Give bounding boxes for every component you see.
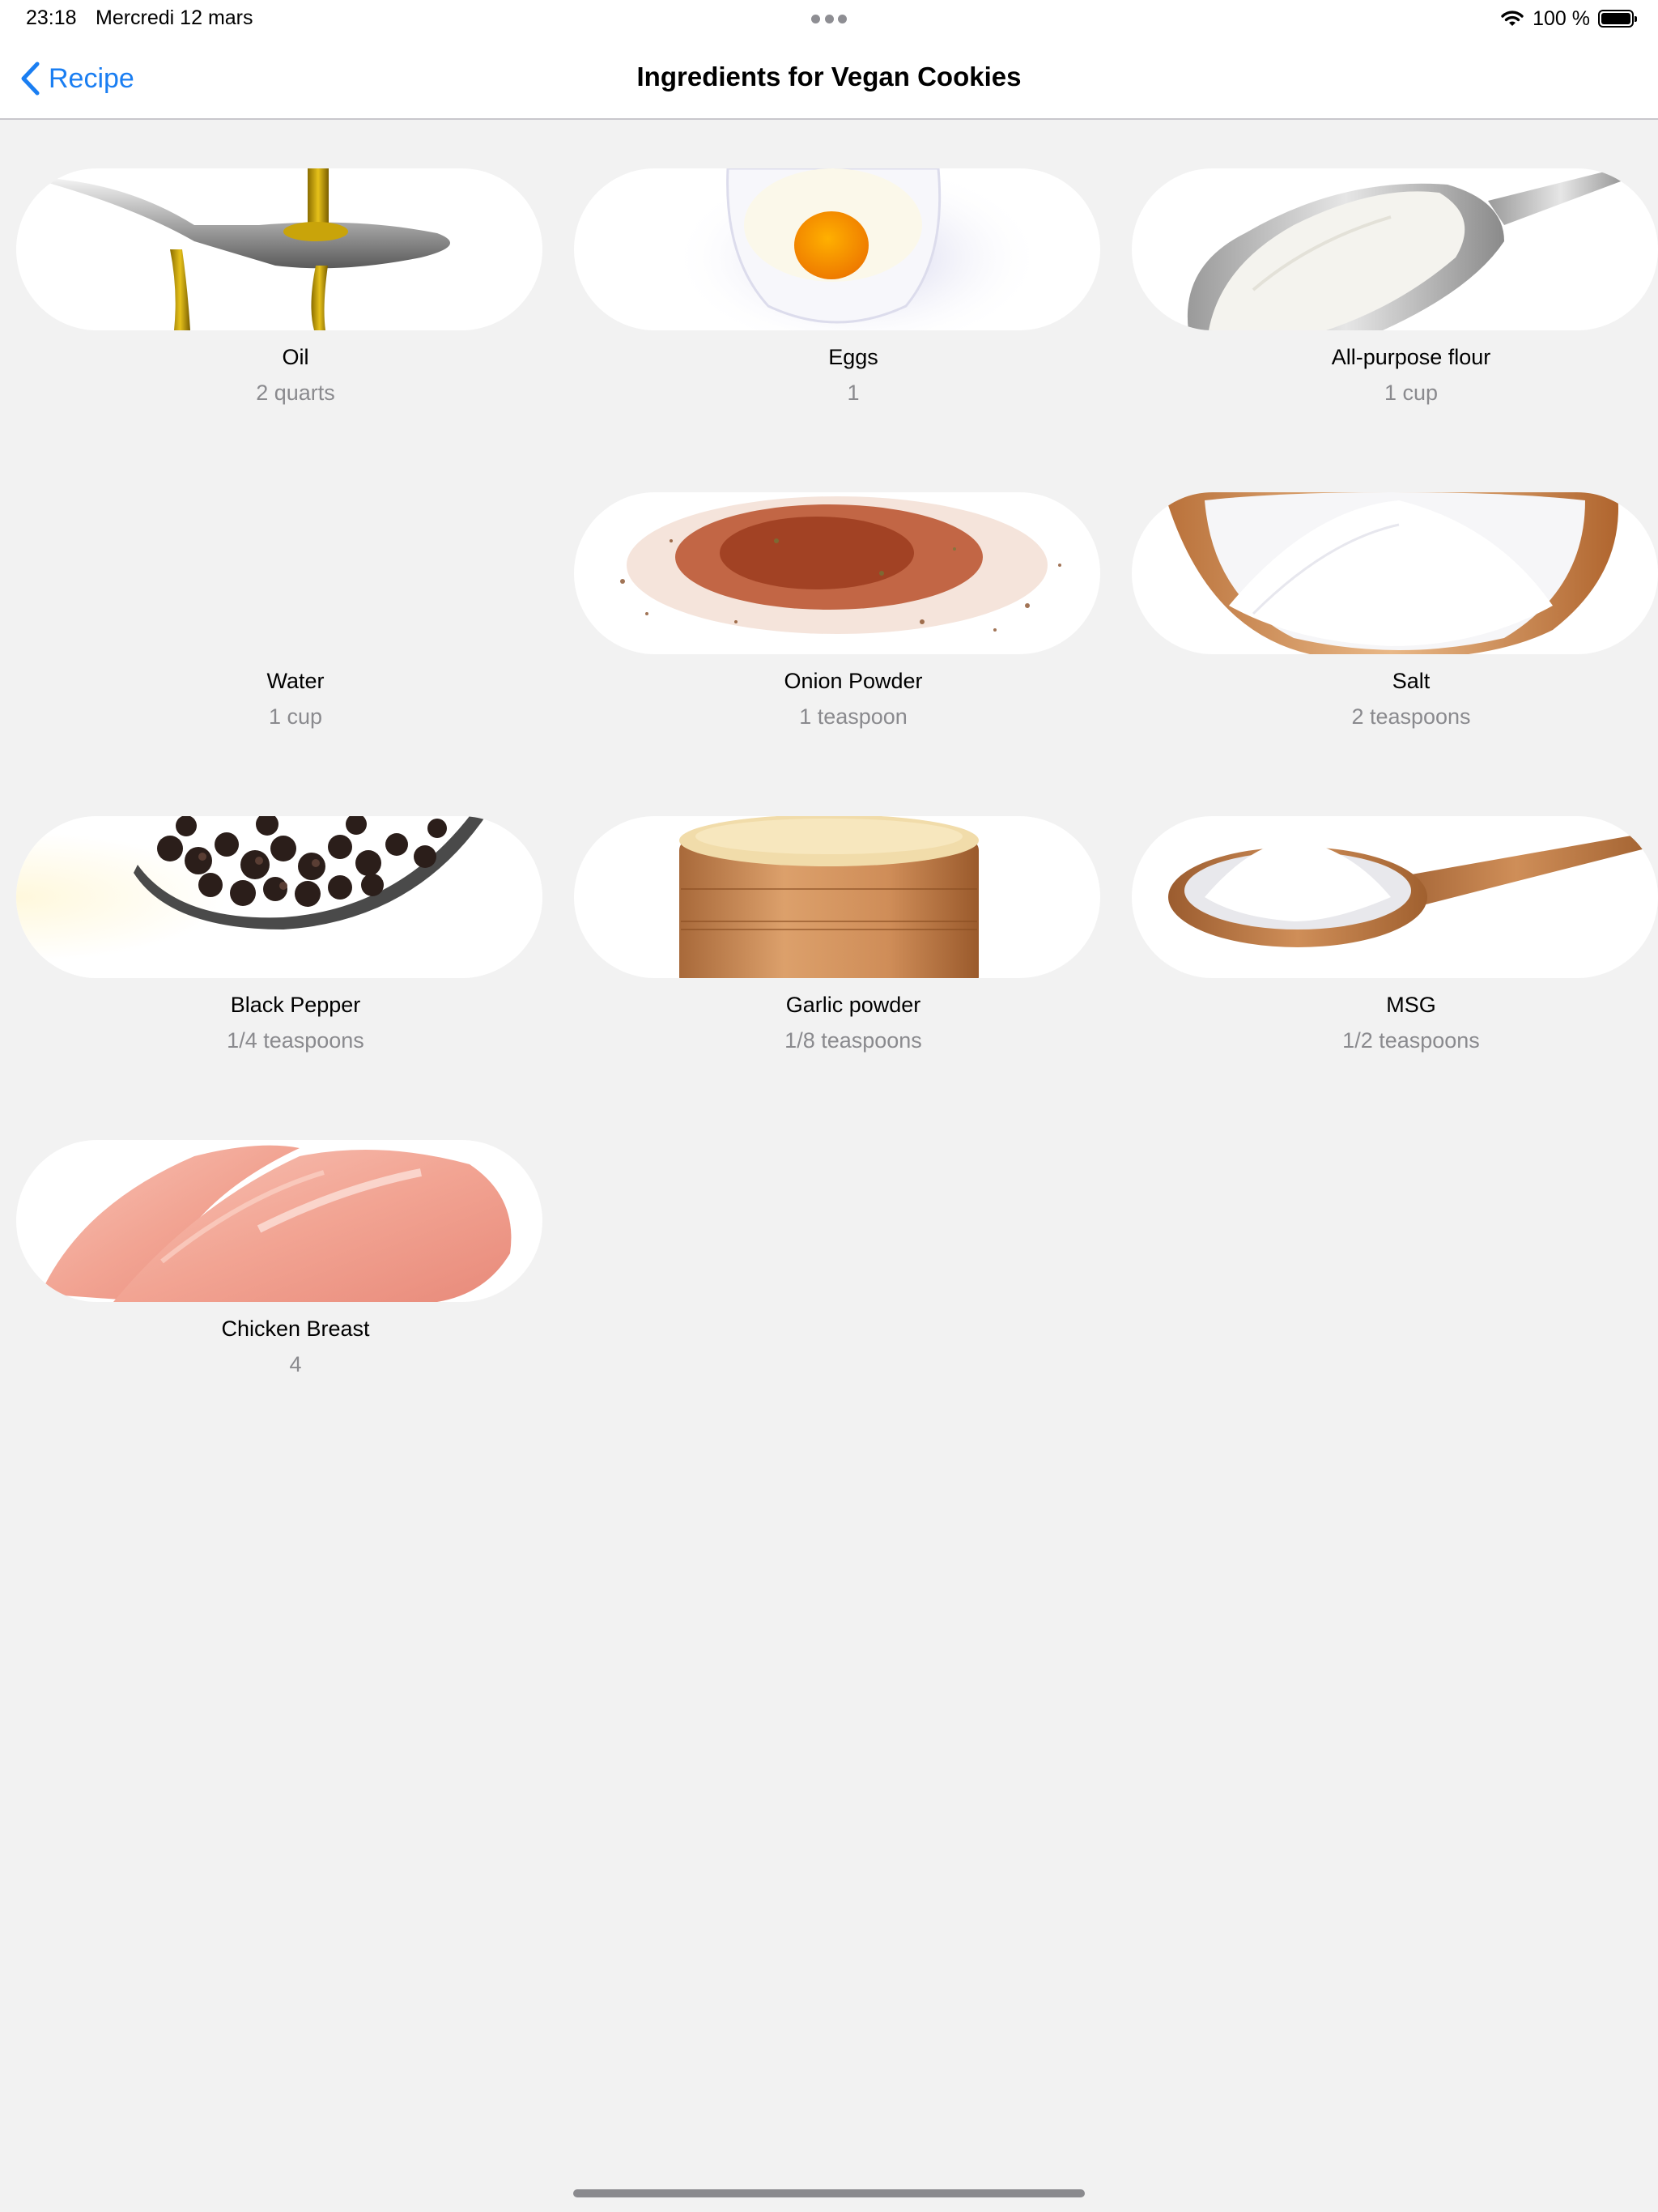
- status-indicators: 100 %: [1500, 5, 1637, 32]
- ingredient-name: Oil: [282, 345, 309, 369]
- ingredient-name: Garlic powder: [785, 993, 921, 1017]
- wifi-icon: [1500, 9, 1524, 28]
- ingredient-name: Eggs: [828, 345, 878, 369]
- ingredient-quantity: 1/4 teaspoons: [227, 1028, 364, 1053]
- ingredient-card[interactable]: Black Pepper 1/4 teaspoons: [16, 768, 575, 1053]
- ingredient-image-eggs: [574, 168, 1100, 330]
- ingredient-quantity: 1 cup: [1384, 381, 1439, 405]
- status-time: 23:18: [26, 6, 77, 29]
- ingredient-name: All-purpose flour: [1331, 345, 1491, 369]
- ingredient-image-oil: [16, 168, 542, 330]
- ingredient-image-water: [16, 492, 542, 654]
- ingredient-quantity: 1: [847, 381, 860, 405]
- ingredient-image-onion-powder: [574, 492, 1100, 654]
- ingredient-name: Water: [266, 669, 325, 693]
- ingredient-card[interactable]: Chicken Breast 4: [16, 1091, 575, 1376]
- ingredient-quantity: 4: [289, 1352, 302, 1376]
- ingredient-image-black-pepper: [16, 816, 542, 978]
- ingredient-card[interactable]: Garlic powder 1/8 teaspoons: [574, 768, 1133, 1053]
- ingredient-image-msg: [1132, 816, 1658, 978]
- ingredient-image-flour: [1132, 168, 1658, 330]
- status-date: Mercredi 12 mars: [96, 6, 253, 29]
- ingredient-card[interactable]: Oil 2 quarts: [16, 120, 575, 405]
- ingredient-name: Salt: [1392, 669, 1431, 693]
- ingredient-card[interactable]: MSG 1/2 teaspoons: [1132, 768, 1658, 1053]
- battery-icon: [1598, 10, 1637, 28]
- ingredient-card[interactable]: Onion Powder 1 teaspoon: [574, 444, 1133, 729]
- status-bar: 23:18 Mercredi 12 mars 100 %: [0, 0, 1658, 37]
- ingredient-name: Chicken Breast: [221, 1317, 370, 1341]
- ingredient-quantity: 1/2 teaspoons: [1342, 1028, 1480, 1053]
- ingredient-quantity: 2 quarts: [256, 381, 335, 405]
- ingredient-name: Onion Powder: [784, 669, 923, 693]
- battery-percentage: 100 %: [1533, 6, 1590, 30]
- home-indicator[interactable]: [573, 2189, 1085, 2197]
- page-title: Ingredients for Vegan Cookies: [636, 62, 1022, 91]
- ingredient-image-chicken-breast: [16, 1140, 542, 1302]
- ingredient-image-salt: [1132, 492, 1658, 654]
- ingredient-card[interactable]: Eggs 1: [574, 120, 1133, 405]
- ingredient-quantity: 1 teaspoon: [799, 704, 908, 729]
- ingredient-quantity: 1/8 teaspoons: [784, 1028, 922, 1053]
- ingredient-name: Black Pepper: [230, 993, 361, 1017]
- ingredient-quantity: 1 cup: [268, 704, 323, 729]
- ingredient-image-garlic-powder: [574, 816, 1100, 978]
- ingredient-card[interactable]: All-purpose flour 1 cup: [1132, 120, 1658, 405]
- ingredient-card[interactable]: Water 1 cup: [16, 444, 575, 729]
- multitasking-dots[interactable]: [811, 15, 847, 24]
- ingredient-card[interactable]: Salt 2 teaspoons: [1132, 444, 1658, 729]
- ingredient-name: MSG: [1386, 993, 1436, 1017]
- navigation-bar: Recipe Ingredients for Vegan Cookies: [0, 37, 1658, 120]
- ingredient-quantity: 2 teaspoons: [1351, 704, 1471, 729]
